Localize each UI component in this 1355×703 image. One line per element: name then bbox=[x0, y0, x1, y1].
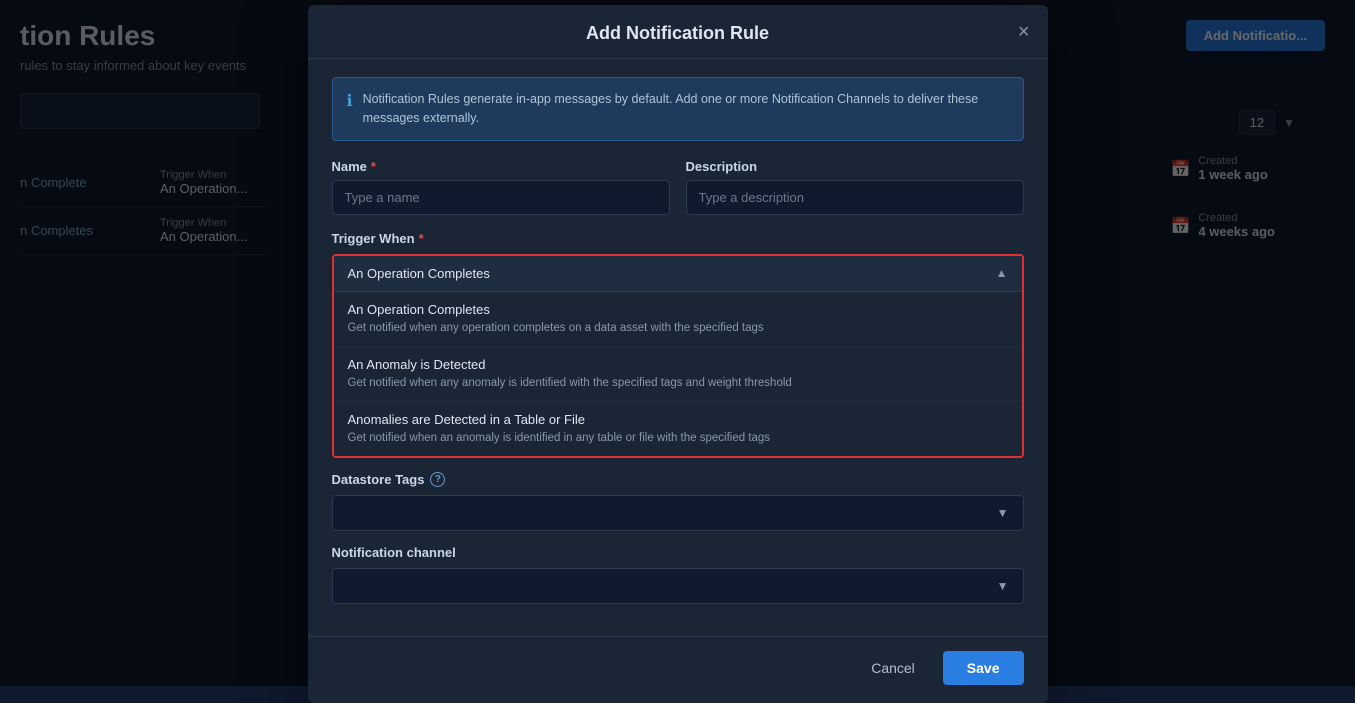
trigger-option-1[interactable]: An Operation Completes Get notified when… bbox=[334, 292, 1022, 347]
trigger-option-2-desc: Get notified when any anomaly is identif… bbox=[348, 375, 1008, 391]
trigger-required: * bbox=[419, 231, 424, 246]
save-button[interactable]: Save bbox=[943, 651, 1024, 685]
info-banner-text: Notification Rules generate in-app messa… bbox=[363, 90, 1009, 128]
trigger-option-3-title: Anomalies are Detected in a Table or Fil… bbox=[348, 412, 1008, 427]
chevron-up-icon: ▲ bbox=[996, 266, 1008, 280]
notification-channel-dropdown[interactable]: ▼ bbox=[332, 568, 1024, 604]
notification-channel-label: Notification channel bbox=[332, 545, 1024, 560]
datastore-tags-dropdown[interactable]: ▼ bbox=[332, 495, 1024, 531]
trigger-selected-value[interactable]: An Operation Completes ▲ bbox=[334, 256, 1022, 291]
trigger-when-label: Trigger When * bbox=[332, 231, 1024, 246]
modal-footer: Cancel Save bbox=[308, 636, 1048, 703]
modal-body: ℹ Notification Rules generate in-app mes… bbox=[308, 59, 1048, 636]
modal-title: Add Notification Rule bbox=[586, 23, 769, 44]
trigger-selected-text: An Operation Completes bbox=[348, 266, 490, 281]
trigger-option-2[interactable]: An Anomaly is Detected Get notified when… bbox=[334, 347, 1022, 402]
name-label: Name * bbox=[332, 159, 670, 174]
name-input[interactable] bbox=[332, 180, 670, 215]
description-label: Description bbox=[686, 159, 1024, 174]
datastore-tags-arrow-icon: ▼ bbox=[997, 506, 1009, 520]
name-group: Name * bbox=[332, 159, 670, 215]
trigger-option-3-desc: Get notified when an anomaly is identifi… bbox=[348, 430, 1008, 446]
help-icon[interactable]: ? bbox=[430, 472, 445, 487]
modal-overlay: Add Notification Rule × ℹ Notification R… bbox=[0, 0, 1355, 686]
info-icon: ℹ bbox=[347, 91, 353, 111]
trigger-dropdown[interactable]: An Operation Completes ▲ An Operation Co… bbox=[332, 254, 1024, 458]
modal-header: Add Notification Rule × bbox=[308, 5, 1048, 59]
trigger-options-list: An Operation Completes Get notified when… bbox=[334, 291, 1022, 456]
cancel-button[interactable]: Cancel bbox=[855, 652, 931, 684]
notification-channel-section: Notification channel ▼ bbox=[332, 545, 1024, 604]
trigger-when-section: Trigger When * An Operation Completes ▲ … bbox=[332, 231, 1024, 458]
info-banner: ℹ Notification Rules generate in-app mes… bbox=[332, 77, 1024, 141]
datastore-tags-section: Datastore Tags ? ▼ bbox=[332, 472, 1024, 531]
name-description-row: Name * Description bbox=[332, 159, 1024, 215]
trigger-option-1-desc: Get notified when any operation complete… bbox=[348, 320, 1008, 336]
description-input[interactable] bbox=[686, 180, 1024, 215]
trigger-option-2-title: An Anomaly is Detected bbox=[348, 357, 1008, 372]
trigger-option-1-title: An Operation Completes bbox=[348, 302, 1008, 317]
datastore-tags-label: Datastore Tags ? bbox=[332, 472, 1024, 487]
notification-channel-arrow-icon: ▼ bbox=[997, 579, 1009, 593]
trigger-option-3[interactable]: Anomalies are Detected in a Table or Fil… bbox=[334, 402, 1022, 456]
add-notification-rule-modal: Add Notification Rule × ℹ Notification R… bbox=[308, 5, 1048, 703]
description-group: Description bbox=[686, 159, 1024, 215]
close-button[interactable]: × bbox=[1018, 22, 1030, 42]
name-required: * bbox=[371, 159, 376, 174]
